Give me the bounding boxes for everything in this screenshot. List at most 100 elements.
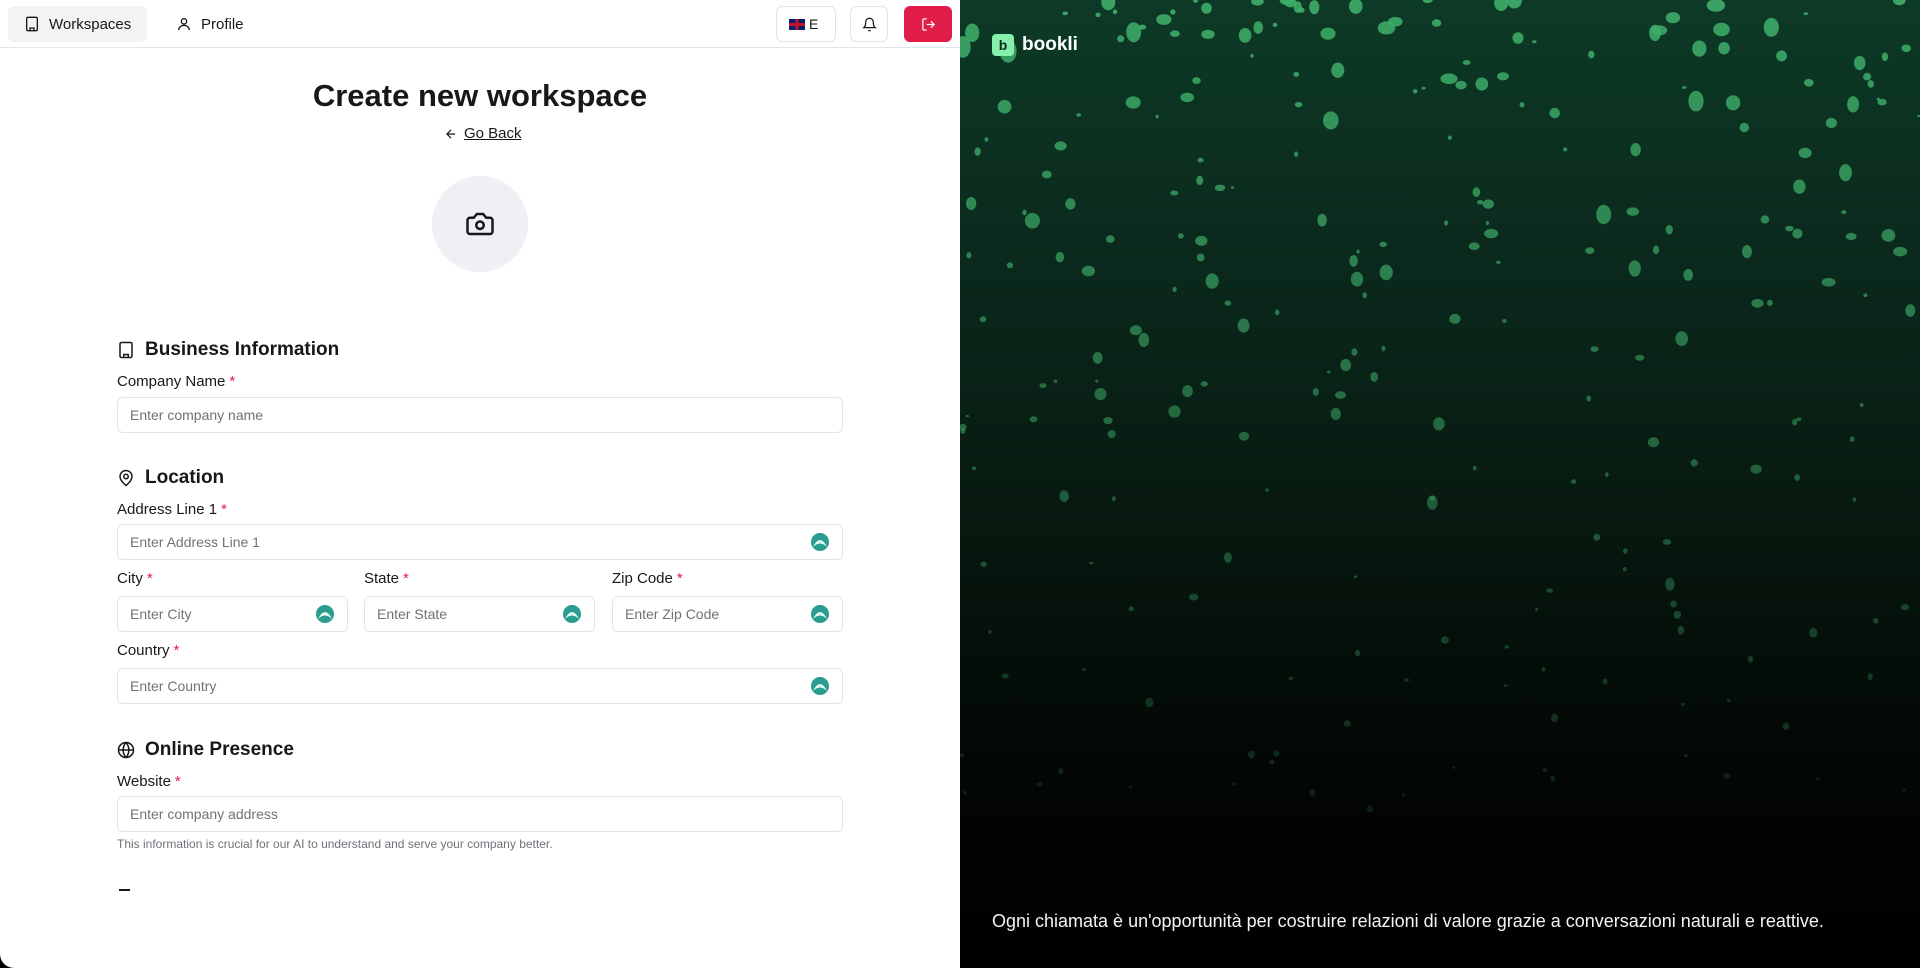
- logout-button[interactable]: [904, 6, 952, 42]
- speck: [1444, 220, 1449, 226]
- autofill-icon[interactable]: [315, 604, 335, 624]
- speck: [1024, 212, 1040, 229]
- autofill-icon[interactable]: [810, 604, 830, 624]
- speck: [1468, 242, 1480, 250]
- speck: [1477, 200, 1484, 205]
- speck: [1718, 42, 1730, 55]
- speck: [1622, 567, 1627, 572]
- speck: [1692, 40, 1707, 57]
- speck: [1793, 179, 1806, 194]
- speck: [1519, 102, 1525, 108]
- speck: [1506, 0, 1522, 9]
- required-mark: *: [229, 373, 236, 390]
- online-section-heading: Online Presence: [117, 739, 294, 761]
- address1-placeholder: Enter Address Line 1: [130, 534, 260, 550]
- speck: [1881, 52, 1889, 61]
- speck: [1126, 22, 1142, 43]
- address1-input[interactable]: Enter Address Line 1: [117, 524, 843, 560]
- autofill-icon[interactable]: [810, 676, 830, 696]
- speck: [1349, 0, 1363, 14]
- speck: [1902, 788, 1907, 792]
- speck: [1170, 30, 1180, 37]
- green-specks-background: [960, 0, 1920, 813]
- speck: [1535, 607, 1539, 612]
- speck: [1272, 22, 1278, 27]
- profile-tab[interactable]: Profile: [160, 6, 260, 42]
- speck: [1742, 245, 1752, 259]
- speck: [1170, 190, 1179, 196]
- speck: [1662, 539, 1672, 545]
- country-label-text: Country: [117, 642, 170, 659]
- autofill-icon[interactable]: [810, 532, 830, 552]
- speck: [1482, 199, 1494, 209]
- speck: [1250, 53, 1254, 58]
- speck: [1205, 273, 1219, 289]
- speck: [1029, 416, 1038, 423]
- speck: [1681, 702, 1685, 706]
- speck: [1117, 35, 1125, 43]
- speck: [1593, 533, 1601, 541]
- speck: [1196, 253, 1205, 262]
- speck: [1673, 610, 1682, 619]
- speck: [1195, 235, 1208, 246]
- go-back-link[interactable]: Go Back: [444, 125, 522, 142]
- speck: [1549, 107, 1560, 119]
- company-name-label: Company Name *: [117, 373, 235, 390]
- notifications-button[interactable]: [850, 6, 888, 42]
- speck: [1653, 245, 1660, 255]
- speck: [1901, 604, 1910, 611]
- location-heading-text: Location: [145, 467, 225, 488]
- speck: [1776, 50, 1787, 62]
- country-input[interactable]: Enter Country: [117, 668, 843, 704]
- state-input[interactable]: Enter State: [364, 596, 595, 632]
- speck: [1177, 233, 1184, 239]
- company-name-input[interactable]: Enter company name: [117, 397, 843, 433]
- speck: [1881, 229, 1896, 242]
- speck: [1125, 96, 1141, 109]
- speck: [1076, 113, 1081, 117]
- speck: [1201, 29, 1215, 39]
- speck: [1006, 262, 1014, 269]
- speck: [1041, 170, 1052, 179]
- speck: [1551, 713, 1558, 723]
- speck: [1815, 777, 1820, 781]
- brand-mark-icon: b: [992, 34, 1014, 56]
- logout-icon: [921, 17, 935, 31]
- speck: [1706, 0, 1726, 12]
- speck: [1683, 269, 1694, 281]
- speck: [1785, 225, 1794, 232]
- speck: [1273, 750, 1280, 757]
- speck: [1767, 299, 1773, 306]
- speck: [1877, 98, 1887, 106]
- speck: [1294, 101, 1303, 108]
- globe-icon: [117, 741, 135, 759]
- speck: [1323, 111, 1339, 130]
- online-heading-text: Online Presence: [145, 739, 294, 760]
- page-title: Create new workspace: [312, 78, 648, 113]
- speck: [1327, 370, 1331, 374]
- zip-input[interactable]: Enter Zip Code: [612, 596, 843, 632]
- speck: [1422, 0, 1433, 4]
- speck: [1065, 198, 1076, 210]
- speck: [1362, 292, 1367, 299]
- speck: [1193, 0, 1198, 3]
- speck: [1353, 575, 1358, 579]
- speck: [1431, 19, 1442, 27]
- speck: [1197, 157, 1204, 163]
- website-input[interactable]: Enter company address: [117, 796, 843, 832]
- workspaces-tab[interactable]: Workspaces: [8, 6, 148, 42]
- city-input[interactable]: Enter City: [117, 596, 348, 632]
- speck: [1089, 561, 1094, 565]
- speck: [965, 414, 969, 418]
- speck: [1293, 71, 1300, 77]
- autofill-icon[interactable]: [562, 604, 582, 624]
- speck: [1062, 11, 1069, 16]
- language-selector[interactable]: E: [776, 6, 836, 42]
- logo-upload[interactable]: [432, 176, 528, 272]
- speck: [1370, 372, 1378, 382]
- speck: [965, 197, 977, 210]
- brand-panel: b bookli Ogni chiamata è un'opportunità …: [960, 0, 1920, 968]
- required-mark: *: [146, 570, 153, 587]
- speck: [1081, 265, 1096, 277]
- speck: [1082, 668, 1086, 671]
